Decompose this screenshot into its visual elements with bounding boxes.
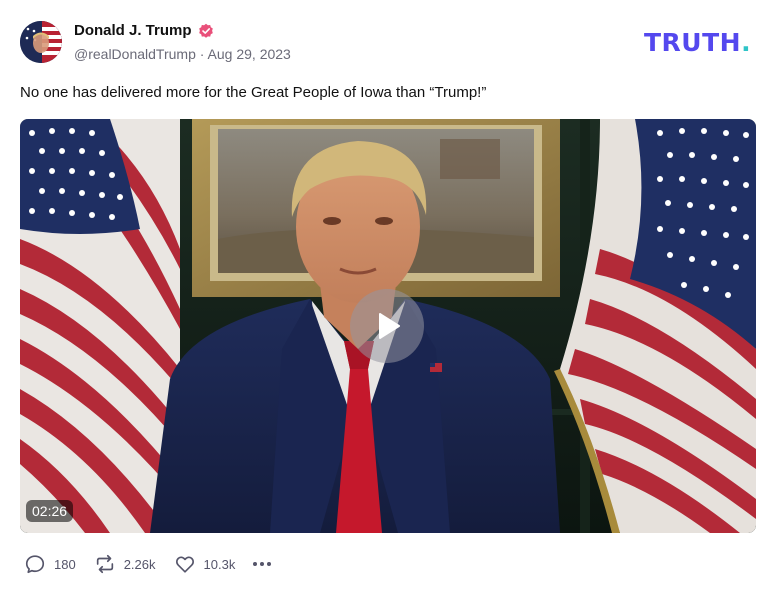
retruth-icon: [96, 554, 113, 574]
like-button[interactable]: 10.3k: [174, 553, 236, 575]
author-handle[interactable]: @realDonaldTrump: [74, 46, 196, 62]
brand-dot: .: [741, 28, 752, 57]
meta-separator: ·: [199, 46, 205, 62]
truth-post-card: Donald J. Trump @realDonaldTrump · Aug 2…: [0, 0, 777, 596]
verified-badge-icon: [198, 23, 213, 38]
more-dot: [253, 562, 258, 566]
avatar-image: [20, 21, 62, 63]
post-text: No one has delivered more for the Great …: [20, 84, 487, 101]
retruth-count: 2.26k: [123, 556, 156, 572]
video-player[interactable]: 02:26: [20, 119, 756, 533]
author-avatar[interactable]: [20, 21, 62, 63]
brand-text: TRUTH: [644, 28, 742, 57]
more-dot: [260, 562, 265, 566]
author-name-row: Donald J. Trump: [74, 22, 214, 39]
video-duration: 02:26: [26, 500, 74, 522]
play-button[interactable]: [350, 289, 424, 363]
heart-icon: [175, 556, 194, 573]
reply-button[interactable]: 180: [24, 553, 76, 575]
retruth-button[interactable]: 2.26k: [94, 553, 156, 575]
play-icon: [379, 313, 400, 339]
truth-logo[interactable]: TRUTH.: [644, 28, 751, 57]
more-icon[interactable]: [253, 562, 272, 566]
author-meta: @realDonaldTrump · Aug 29, 2023: [74, 46, 291, 62]
post-actions: 180 2.26k 10.3k: [24, 553, 272, 575]
author-name[interactable]: Donald J. Trump: [74, 22, 192, 39]
reply-icon: [25, 555, 45, 574]
more-dot: [267, 562, 272, 566]
post-date[interactable]: Aug 29, 2023: [208, 46, 291, 62]
reply-count: 180: [54, 556, 76, 572]
like-count: 10.3k: [203, 556, 236, 572]
